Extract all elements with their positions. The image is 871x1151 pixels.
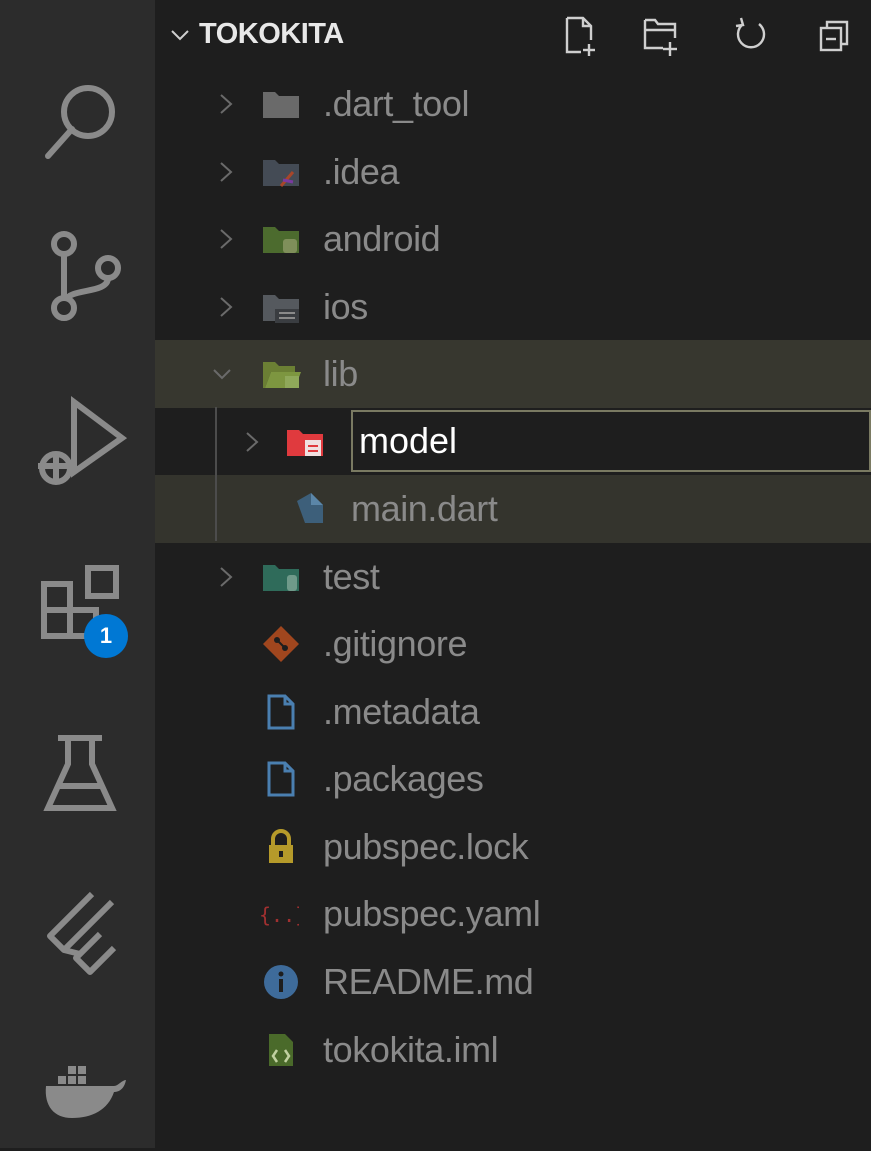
folder-icon [261, 84, 301, 124]
chevron-right-icon[interactable] [215, 227, 237, 251]
ios-folder-icon [261, 287, 301, 327]
tree-item-android[interactable]: android [155, 205, 871, 273]
tree-item-label: tokokita.iml [323, 1029, 499, 1070]
file-icon [261, 692, 301, 732]
chevron-down-icon[interactable] [169, 24, 191, 46]
docker-icon[interactable] [30, 1046, 130, 1146]
new-file-icon[interactable] [563, 14, 599, 56]
search-icon[interactable] [30, 72, 130, 172]
tree-item-pubspec-lock[interactable]: pubspec.lock [155, 813, 871, 881]
dart-file-icon [289, 489, 329, 529]
model-folder-icon [285, 422, 325, 462]
tree-item-label: .packages [323, 758, 484, 799]
tree-item-label: .idea [323, 151, 400, 192]
lock-icon [261, 827, 301, 867]
tree-item-gitignore[interactable]: .gitignore [155, 610, 871, 678]
activity-bar: 1 [0, 0, 155, 1148]
tree-item-label: main.dart [351, 488, 498, 529]
explorer-header[interactable]: TOKOKITA [155, 0, 871, 72]
tree-item-label: pubspec.yaml [323, 893, 541, 934]
svg-text:{..}: {..} [259, 903, 299, 927]
tree-item-label: lib [323, 353, 358, 394]
tree-item-idea[interactable]: .idea [155, 138, 871, 206]
tree-item-packages[interactable]: .packages [155, 745, 871, 813]
file-icon [261, 759, 301, 799]
extensions-badge: 1 [84, 614, 128, 658]
new-folder-icon[interactable] [643, 14, 679, 56]
android-folder-icon [261, 219, 301, 259]
tree-item-label: pubspec.lock [323, 826, 529, 867]
collapse-all-icon[interactable] [817, 14, 853, 56]
explorer-panel: TOKOKITA .dart_tool .idea android ios li… [155, 0, 871, 1148]
testing-flask-icon[interactable] [30, 724, 130, 824]
iml-file-icon [261, 1030, 301, 1070]
tree-item-model-rename[interactable] [155, 408, 871, 476]
tree-item-label: android [323, 218, 441, 259]
tree-item-main-dart[interactable]: main.dart [155, 475, 871, 543]
chevron-right-icon[interactable] [215, 92, 237, 116]
workspace-title: TOKOKITA [199, 18, 344, 50]
tree-item-readme[interactable]: README.md [155, 948, 871, 1016]
chevron-right-icon[interactable] [215, 565, 237, 589]
tree-item-label: test [323, 556, 380, 597]
chevron-right-icon[interactable] [215, 160, 237, 184]
tree-item-label: .dart_tool [323, 83, 470, 124]
tree-item-ios[interactable]: ios [155, 273, 871, 341]
tree-item-test[interactable]: test [155, 543, 871, 611]
tree-item-label: .gitignore [323, 623, 468, 664]
yaml-braces-icon: {..} [259, 894, 307, 934]
tree-item-label: ios [323, 286, 368, 327]
info-icon [261, 962, 301, 1002]
git-icon [261, 624, 301, 664]
rename-input[interactable] [351, 410, 871, 472]
chevron-right-icon[interactable] [215, 295, 237, 319]
chevron-right-icon[interactable] [241, 430, 263, 454]
run-and-debug-icon[interactable] [30, 392, 130, 492]
tree-item-dart-tool[interactable]: .dart_tool [155, 70, 871, 138]
tree-item-tokokita-iml[interactable]: tokokita.iml [155, 1016, 871, 1084]
tree-item-pubspec-yaml[interactable]: {..} pubspec.yaml [155, 880, 871, 948]
tree-item-label: .metadata [323, 691, 480, 732]
tree-item-label: README.md [323, 961, 534, 1002]
lib-folder-open-icon [261, 354, 301, 394]
test-folder-icon [261, 557, 301, 597]
flutter-icon[interactable] [30, 886, 130, 986]
tree-item-lib[interactable]: lib [155, 340, 871, 408]
chevron-down-icon[interactable] [211, 362, 233, 386]
refresh-icon[interactable] [733, 14, 769, 56]
source-control-icon[interactable] [30, 222, 130, 322]
tree-item-metadata[interactable]: .metadata [155, 678, 871, 746]
indent-guide [215, 407, 217, 541]
idea-folder-icon [261, 152, 301, 192]
